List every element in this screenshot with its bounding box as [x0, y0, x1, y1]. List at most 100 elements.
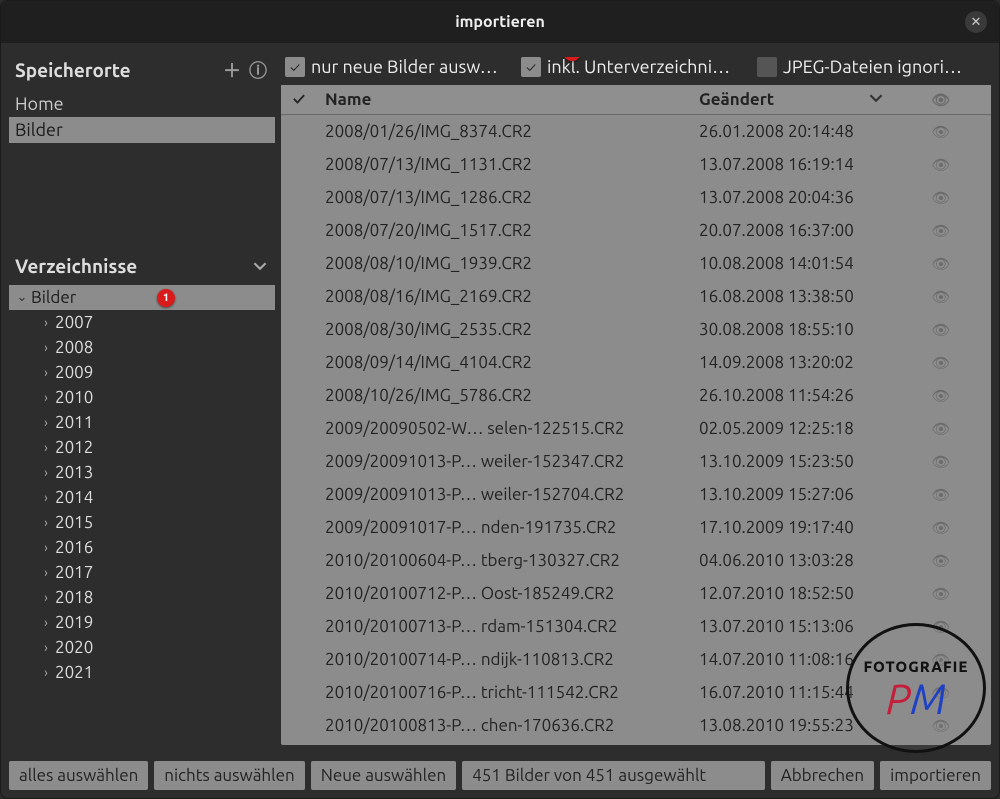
- visibility-cell[interactable]: 👁: [891, 348, 991, 377]
- tree-year-item[interactable]: ›2012: [9, 435, 275, 460]
- cancel-button[interactable]: Abbrechen: [771, 761, 874, 790]
- eye-icon: 👁: [931, 684, 950, 701]
- header-visibility[interactable]: 👁: [891, 85, 991, 114]
- tree-year-item[interactable]: ›2014: [9, 485, 275, 510]
- table-row[interactable]: 2009/20091013-P… weiler-152347.CR213.10.…: [281, 445, 991, 478]
- tree-label: 2008: [55, 338, 93, 357]
- option-new-only[interactable]: ✓ nur neue Bilder ausw…: [285, 57, 515, 77]
- table-body[interactable]: 2008/01/26/IMG_8374.CR226.01.2008 20:14:…: [281, 115, 991, 745]
- select-none-button[interactable]: nichts auswählen: [154, 761, 304, 790]
- visibility-cell[interactable]: 👁: [891, 216, 991, 245]
- visibility-cell[interactable]: 👁: [891, 381, 991, 410]
- eye-icon: 👁: [931, 255, 950, 272]
- table-row[interactable]: 2010/20100813-P… chen-170636.CR213.08.20…: [281, 709, 991, 742]
- header-modified[interactable]: Geändert: [691, 85, 891, 114]
- tree-year-item[interactable]: ›2008: [9, 335, 275, 360]
- file-date: 16.07.2010 11:15:44: [691, 678, 891, 707]
- table-row[interactable]: 2008/08/10/IMG_1939.CR210.08.2008 14:01:…: [281, 247, 991, 280]
- visibility-cell[interactable]: 👁: [891, 315, 991, 344]
- import-options: ✓ nur neue Bilder ausw… ✓ inkl. Unterver…: [281, 51, 991, 85]
- locations-list: HomeBilder: [9, 91, 275, 143]
- tree-year-item[interactable]: ›2021: [9, 660, 275, 685]
- tree-year-item[interactable]: ›2016: [9, 535, 275, 560]
- tree-year-item[interactable]: ›2007: [9, 310, 275, 335]
- option-include-subdirs[interactable]: ✓ inkl. Unterverzeichni… 2: [521, 57, 751, 77]
- visibility-cell[interactable]: 👁: [891, 513, 991, 542]
- header-checkbox[interactable]: ✓: [281, 85, 317, 114]
- close-button[interactable]: ✕: [965, 11, 987, 33]
- table-row[interactable]: 2008/07/13/IMG_1286.CR213.07.2008 20:04:…: [281, 181, 991, 214]
- file-name: 2010/20100813-P… chen-170636.CR2: [317, 711, 691, 740]
- locations-header: Speicherorte ＋ ⓘ: [9, 51, 275, 87]
- visibility-cell[interactable]: 👁: [891, 612, 991, 641]
- visibility-cell[interactable]: 👁: [891, 579, 991, 608]
- visibility-cell[interactable]: 👁: [891, 414, 991, 443]
- tree-year-item[interactable]: ›2009: [9, 360, 275, 385]
- table-row[interactable]: 2010/20100716-P… tricht-111542.CR216.07.…: [281, 676, 991, 709]
- chevron-right-icon: ›: [37, 416, 55, 430]
- visibility-cell[interactable]: 👁: [891, 678, 991, 707]
- visibility-cell[interactable]: 👁: [891, 546, 991, 575]
- option-ignore-jpeg[interactable]: ✓ JPEG-Dateien ignori…: [757, 57, 987, 77]
- visibility-cell[interactable]: 👁: [891, 249, 991, 278]
- table-row[interactable]: 2009/20090502-W… selen-122515.CR202.05.2…: [281, 412, 991, 445]
- location-item[interactable]: Bilder: [9, 117, 275, 143]
- visibility-cell[interactable]: 👁: [891, 480, 991, 509]
- table-row[interactable]: 2010/20100712-P… Oost-185249.CR212.07.20…: [281, 577, 991, 610]
- file-date: 20.07.2008 16:37:00: [691, 216, 891, 245]
- tree-label: 2007: [55, 313, 93, 332]
- table-row[interactable]: 2008/07/13/IMG_1131.CR213.07.2008 16:19:…: [281, 148, 991, 181]
- tree-year-item[interactable]: ›2018: [9, 585, 275, 610]
- visibility-cell[interactable]: 👁: [891, 447, 991, 476]
- directories-header[interactable]: Verzeichnisse: [9, 251, 275, 281]
- table-row[interactable]: 2010/20100713-P… rdam-151304.CR213.07.20…: [281, 610, 991, 643]
- table-row[interactable]: 2008/01/26/IMG_8374.CR226.01.2008 20:14:…: [281, 115, 991, 148]
- tree-year-item[interactable]: ›2015: [9, 510, 275, 535]
- table-row[interactable]: 2009/20091017-P… nden-191735.CR217.10.20…: [281, 511, 991, 544]
- file-date: 13.08.2010 19:55:23: [691, 711, 891, 740]
- tree-label: 2014: [55, 488, 93, 507]
- import-button[interactable]: importieren: [880, 761, 991, 790]
- visibility-cell[interactable]: 👁: [891, 117, 991, 146]
- table-row[interactable]: 2008/07/20/IMG_1517.CR220.07.2008 16:37:…: [281, 214, 991, 247]
- tree-label: Bilder: [31, 288, 76, 307]
- table-row[interactable]: 2008/10/26/IMG_5786.CR226.10.2008 11:54:…: [281, 379, 991, 412]
- file-name: 2009/20090502-W… selen-122515.CR2: [317, 414, 691, 443]
- tree-label: 2021: [55, 663, 93, 682]
- location-item[interactable]: Home: [9, 91, 275, 117]
- visibility-cell[interactable]: 👁: [891, 150, 991, 179]
- header-name[interactable]: Name: [317, 85, 691, 114]
- table-row[interactable]: 2008/08/16/IMG_2169.CR216.08.2008 13:38:…: [281, 280, 991, 313]
- visibility-cell[interactable]: 👁: [891, 645, 991, 674]
- table-row[interactable]: 2010/20100714-P… ndijk-110813.CR214.07.2…: [281, 643, 991, 676]
- select-new-button[interactable]: Neue auswählen: [311, 761, 457, 790]
- chevron-right-icon: ›: [37, 591, 55, 605]
- file-date: 30.08.2008 18:55:10: [691, 315, 891, 344]
- tree-label: 2011: [55, 413, 93, 432]
- table-row[interactable]: 2010/20100604-P… tberg-130327.CR204.06.2…: [281, 544, 991, 577]
- add-location-icon[interactable]: ＋: [223, 57, 241, 83]
- tree-year-item[interactable]: ›2010: [9, 385, 275, 410]
- tree-year-item[interactable]: ›2013: [9, 460, 275, 485]
- select-all-button[interactable]: alles auswählen: [9, 761, 148, 790]
- table-row[interactable]: 2008/09/14/IMG_4104.CR214.09.2008 13:20:…: [281, 346, 991, 379]
- tree-year-item[interactable]: ›2020: [9, 635, 275, 660]
- file-date: 13.10.2009 15:27:06: [691, 480, 891, 509]
- visibility-cell[interactable]: 👁: [891, 711, 991, 740]
- file-name: 2010/20100713-P… rdam-151304.CR2: [317, 612, 691, 641]
- dialog-content: Speicherorte ＋ ⓘ HomeBilder Verzeichniss…: [1, 43, 999, 753]
- tree-root[interactable]: ⌄Bilder1: [9, 285, 275, 310]
- table-row[interactable]: 2008/08/30/IMG_2535.CR230.08.2008 18:55:…: [281, 313, 991, 346]
- tree-label: 2018: [55, 588, 93, 607]
- info-icon[interactable]: ⓘ: [249, 57, 267, 83]
- visibility-cell[interactable]: 👁: [891, 744, 991, 745]
- tree-year-item[interactable]: ›2019: [9, 610, 275, 635]
- tree-year-item[interactable]: ›2017: [9, 560, 275, 585]
- eye-icon: 👁: [931, 189, 950, 206]
- tree-year-item[interactable]: ›2011: [9, 410, 275, 435]
- table-row[interactable]: 2009/20091013-P… weiler-152704.CR213.10.…: [281, 478, 991, 511]
- file-date: 16.08.2008 13:38:50: [691, 282, 891, 311]
- visibility-cell[interactable]: 👁: [891, 183, 991, 212]
- table-row[interactable]: 2011/20110409-S… Brühl-153035.CR209.04.2…: [281, 742, 991, 745]
- visibility-cell[interactable]: 👁: [891, 282, 991, 311]
